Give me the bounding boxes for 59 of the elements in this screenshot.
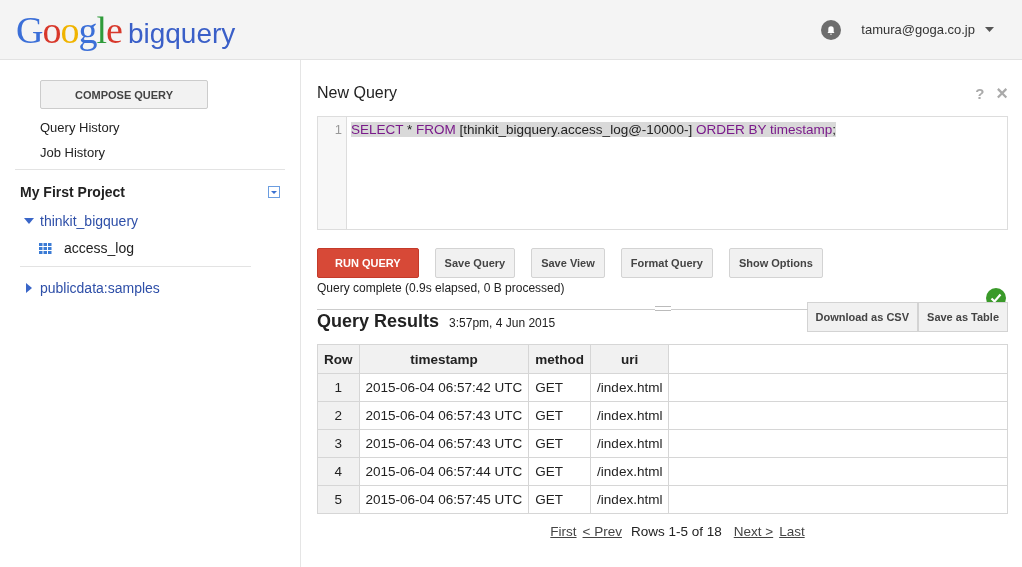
dataset-link[interactable]: publicdata:samples xyxy=(40,280,160,296)
product-name: bigquery xyxy=(127,17,236,50)
table-cell: /index.html xyxy=(590,457,669,486)
table-cell: 2015-06-04 06:57:43 UTC xyxy=(359,429,529,458)
dropdown-menu-icon[interactable] xyxy=(268,186,280,198)
resize-grip-icon[interactable] xyxy=(655,306,671,311)
column-header: method xyxy=(528,344,591,374)
table-cell: GET xyxy=(528,457,591,486)
table-cell: 2015-06-04 06:57:44 UTC xyxy=(359,457,529,486)
line-number: 1 xyxy=(334,122,342,137)
row-number: 5 xyxy=(317,485,359,514)
query-editor[interactable]: 1 SELECT * FROM [thinkit_bigquery.access_log@-10000-] ORDER BY timestamp; xyxy=(317,116,1008,230)
sidebar-link[interactable]: Query History xyxy=(40,115,285,140)
status-message: Query complete (0.9s elapsed, 0 B processed) xyxy=(317,281,565,295)
next-page-link[interactable]: Next > xyxy=(733,524,774,539)
dataset-link[interactable]: thinkit_bigquery xyxy=(40,213,139,229)
row-number: 4 xyxy=(317,457,359,486)
first-page-link[interactable]: First xyxy=(550,524,577,539)
google-logo[interactable]: Google xyxy=(16,7,122,52)
sidebar-link[interactable]: Job History xyxy=(40,140,285,165)
table-cell: GET xyxy=(528,429,591,458)
action-button[interactable]: Save Query xyxy=(434,248,516,278)
dropdown-caret-icon[interactable] xyxy=(985,27,994,32)
row-range-text: Rows 1-5 of 18 xyxy=(630,524,722,539)
table-link[interactable]: access_log xyxy=(64,240,135,256)
last-page-link[interactable]: Last xyxy=(779,524,805,539)
table-cell: /index.html xyxy=(590,429,669,458)
results-title: Query Results xyxy=(317,311,440,332)
panel-title: New Query xyxy=(317,84,398,102)
project-name: My First Project xyxy=(20,184,126,200)
table-cell: /index.html xyxy=(590,401,669,430)
account-email[interactable]: tamura@goga.co.jp xyxy=(861,22,975,37)
table-cell: /index.html xyxy=(590,373,669,402)
results-timestamp: 3:57pm, 4 Jun 2015 xyxy=(449,316,556,330)
expand-triangle-icon[interactable] xyxy=(24,283,34,293)
action-button[interactable]: Save View xyxy=(531,248,605,278)
action-button[interactable]: Show Options xyxy=(728,248,823,278)
notification-bell-icon[interactable] xyxy=(821,19,842,40)
column-header: timestamp xyxy=(359,344,529,374)
run-query-button[interactable]: RUN QUERY xyxy=(317,248,419,278)
table-cell: GET xyxy=(528,401,591,430)
table-cell: 2015-06-04 06:57:45 UTC xyxy=(359,485,529,514)
table-cell: 2015-06-04 06:57:42 UTC xyxy=(359,373,529,402)
row-number: 1 xyxy=(317,373,359,402)
column-header: Row xyxy=(317,344,359,374)
table-cell: /index.html xyxy=(590,485,669,514)
compose-query-button[interactable]: COMPOSE QUERY xyxy=(40,80,208,109)
table-grid-icon xyxy=(39,242,52,254)
action-button[interactable]: Format Query xyxy=(620,248,713,278)
results-action-button[interactable]: Download as CSV xyxy=(806,302,919,332)
table-cell: GET xyxy=(528,373,591,402)
table-cell: 2015-06-04 06:57:43 UTC xyxy=(359,401,529,430)
previous-page-link[interactable]: < Prev xyxy=(582,524,622,539)
table-cell: GET xyxy=(528,485,591,514)
collapse-triangle-icon[interactable] xyxy=(24,216,34,226)
column-header: uri xyxy=(590,344,669,374)
row-number: 2 xyxy=(317,401,359,430)
row-number: 3 xyxy=(317,429,359,458)
results-action-button[interactable]: Save as Table xyxy=(918,302,1008,332)
